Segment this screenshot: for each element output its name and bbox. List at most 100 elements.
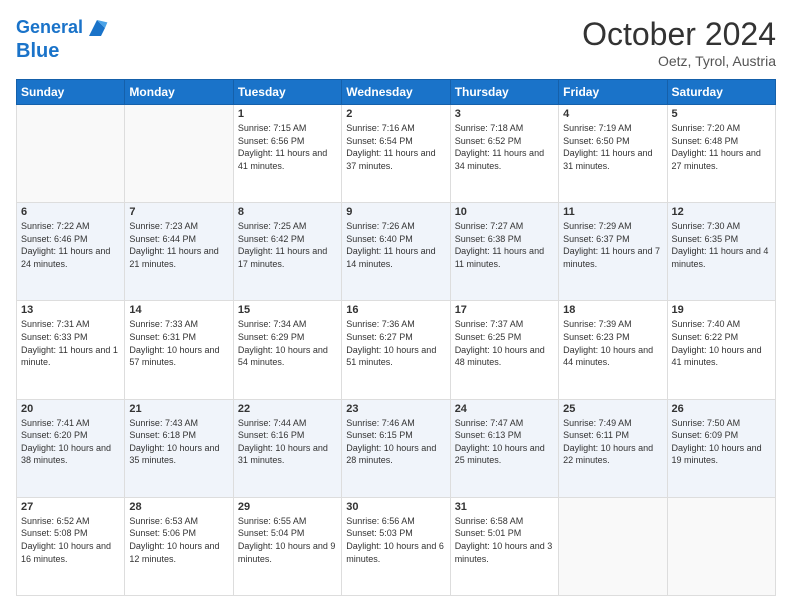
table-row: 5 Sunrise: 7:20 AMSunset: 6:48 PMDaylight… — [667, 105, 775, 203]
day-number: 5 — [672, 108, 771, 120]
cell-text: Sunrise: 7:16 AMSunset: 6:54 PMDaylight:… — [346, 122, 445, 172]
month-title: October 2024 — [582, 16, 776, 53]
table-row: 6 Sunrise: 7:22 AMSunset: 6:46 PMDaylight… — [17, 203, 125, 301]
col-tuesday: Tuesday — [233, 80, 341, 105]
table-row: 29 Sunrise: 6:55 AMSunset: 5:04 PMDayligh… — [233, 497, 341, 595]
logo-text: General — [16, 18, 83, 38]
day-number: 21 — [129, 403, 228, 415]
day-number: 23 — [346, 403, 445, 415]
cell-text: Sunrise: 7:40 AMSunset: 6:22 PMDaylight:… — [672, 318, 771, 368]
table-row: 17Sunrise: 7:37 AMSunset: 6:25 PMDayligh… — [450, 301, 558, 399]
table-row: 15 Sunrise: 7:34 AMSunset: 6:29 PMDayligh… — [233, 301, 341, 399]
col-friday: Friday — [559, 80, 667, 105]
table-row: 22Sunrise: 7:44 AMSunset: 6:16 PMDayligh… — [233, 399, 341, 497]
cell-text: Sunrise: 6:52 AMSunset: 5:08 PMDaylight:… — [21, 515, 120, 565]
col-sunday: Sunday — [17, 80, 125, 105]
cell-text: Sunrise: 7:30 AMSunset: 6:35 PMDaylight:… — [672, 220, 771, 270]
table-row: 16 Sunrise: 7:36 AMSunset: 6:27 PMDayligh… — [342, 301, 450, 399]
table-row: 20 Sunrise: 7:41 AMSunset: 6:20 PMDayligh… — [17, 399, 125, 497]
table-row: 19 Sunrise: 7:40 AMSunset: 6:22 PMDayligh… — [667, 301, 775, 399]
day-number: 27 — [21, 501, 120, 513]
cell-text: Sunrise: 7:20 AMSunset: 6:48 PMDaylight:… — [672, 122, 771, 172]
cell-text: Sunrise: 7:34 AMSunset: 6:29 PMDaylight:… — [238, 318, 337, 368]
day-number: 28 — [129, 501, 228, 513]
table-row: 13Sunrise: 7:31 AMSunset: 6:33 PMDayligh… — [17, 301, 125, 399]
table-row: 8Sunrise: 7:25 AMSunset: 6:42 PMDaylight… — [233, 203, 341, 301]
cell-text: Sunrise: 7:47 AMSunset: 6:13 PMDaylight:… — [455, 417, 554, 467]
day-number: 29 — [238, 501, 337, 513]
table-row: 25 Sunrise: 7:49 AMSunset: 6:11 PMDayligh… — [559, 399, 667, 497]
cell-text: Sunrise: 7:50 AMSunset: 6:09 PMDaylight:… — [672, 417, 771, 467]
cell-text: Sunrise: 7:39 AMSunset: 6:23 PMDaylight:… — [563, 318, 662, 368]
cell-text: Sunrise: 7:19 AMSunset: 6:50 PMDaylight:… — [563, 122, 662, 172]
logo-icon — [85, 16, 109, 40]
table-row: 14 Sunrise: 7:33 AMSunset: 6:31 PMDayligh… — [125, 301, 233, 399]
table-row: 12Sunrise: 7:30 AMSunset: 6:35 PMDayligh… — [667, 203, 775, 301]
cell-text: Sunrise: 7:25 AMSunset: 6:42 PMDaylight:… — [238, 220, 337, 270]
cell-text: Sunrise: 7:33 AMSunset: 6:31 PMDaylight:… — [129, 318, 228, 368]
table-row: 23 Sunrise: 7:46 AMSunset: 6:15 PMDayligh… — [342, 399, 450, 497]
day-number: 2 — [346, 108, 445, 120]
table-row: 30 Sunrise: 6:56 AMSunset: 5:03 PMDayligh… — [342, 497, 450, 595]
day-number: 15 — [238, 304, 337, 316]
table-row: 21 Sunrise: 7:43 AMSunset: 6:18 PMDayligh… — [125, 399, 233, 497]
table-row: 2 Sunrise: 7:16 AMSunset: 6:54 PMDaylight… — [342, 105, 450, 203]
table-row: 18Sunrise: 7:39 AMSunset: 6:23 PMDayligh… — [559, 301, 667, 399]
day-number: 9 — [346, 206, 445, 218]
day-number: 20 — [21, 403, 120, 415]
table-row: 26 Sunrise: 7:50 AMSunset: 6:09 PMDayligh… — [667, 399, 775, 497]
cell-text: Sunrise: 6:55 AMSunset: 5:04 PMDaylight:… — [238, 515, 337, 565]
col-wednesday: Wednesday — [342, 80, 450, 105]
table-row: 11Sunrise: 7:29 AMSunset: 6:37 PMDayligh… — [559, 203, 667, 301]
table-row: 28 Sunrise: 6:53 AMSunset: 5:06 PMDayligh… — [125, 497, 233, 595]
cell-text: Sunrise: 7:37 AMSunset: 6:25 PMDaylight:… — [455, 318, 554, 368]
table-row: 4 Sunrise: 7:19 AMSunset: 6:50 PMDaylight… — [559, 105, 667, 203]
col-thursday: Thursday — [450, 80, 558, 105]
day-number: 14 — [129, 304, 228, 316]
cell-text: Sunrise: 7:36 AMSunset: 6:27 PMDaylight:… — [346, 318, 445, 368]
day-number: 30 — [346, 501, 445, 513]
cell-text: Sunrise: 7:22 AMSunset: 6:46 PMDaylight:… — [21, 220, 120, 270]
day-number: 4 — [563, 108, 662, 120]
table-row — [667, 497, 775, 595]
table-row: 27 Sunrise: 6:52 AMSunset: 5:08 PMDayligh… — [17, 497, 125, 595]
cell-text: Sunrise: 7:29 AMSunset: 6:37 PMDaylight:… — [563, 220, 662, 270]
col-monday: Monday — [125, 80, 233, 105]
col-saturday: Saturday — [667, 80, 775, 105]
day-number: 7 — [129, 206, 228, 218]
subtitle: Oetz, Tyrol, Austria — [582, 53, 776, 69]
cell-text: Sunrise: 7:49 AMSunset: 6:11 PMDaylight:… — [563, 417, 662, 467]
table-row: 7Sunrise: 7:23 AMSunset: 6:44 PMDaylight… — [125, 203, 233, 301]
table-row: 9Sunrise: 7:26 AMSunset: 6:40 PMDaylight… — [342, 203, 450, 301]
cell-text: Sunrise: 7:46 AMSunset: 6:15 PMDaylight:… — [346, 417, 445, 467]
calendar: Sunday Monday Tuesday Wednesday Thursday… — [16, 79, 776, 596]
table-row — [17, 105, 125, 203]
cell-text: Sunrise: 7:15 AMSunset: 6:56 PMDaylight:… — [238, 122, 337, 172]
table-row — [559, 497, 667, 595]
day-number: 26 — [672, 403, 771, 415]
cell-text: Sunrise: 6:56 AMSunset: 5:03 PMDaylight:… — [346, 515, 445, 565]
cell-text: Sunrise: 6:58 AMSunset: 5:01 PMDaylight:… — [455, 515, 554, 565]
table-row: 24 Sunrise: 7:47 AMSunset: 6:13 PMDayligh… — [450, 399, 558, 497]
logo: General Blue — [16, 16, 109, 62]
cell-text: Sunrise: 7:41 AMSunset: 6:20 PMDaylight:… — [21, 417, 120, 467]
day-number: 10 — [455, 206, 554, 218]
day-number: 3 — [455, 108, 554, 120]
table-row — [125, 105, 233, 203]
table-row: 3 Sunrise: 7:18 AMSunset: 6:52 PMDaylight… — [450, 105, 558, 203]
day-number: 19 — [672, 304, 771, 316]
day-number: 16 — [346, 304, 445, 316]
cell-text: Sunrise: 6:53 AMSunset: 5:06 PMDaylight:… — [129, 515, 228, 565]
day-number: 6 — [21, 206, 120, 218]
day-number: 31 — [455, 501, 554, 513]
day-number: 24 — [455, 403, 554, 415]
cell-text: Sunrise: 7:27 AMSunset: 6:38 PMDaylight:… — [455, 220, 554, 270]
title-block: October 2024 Oetz, Tyrol, Austria — [582, 16, 776, 69]
day-number: 1 — [238, 108, 337, 120]
table-row: 31 Sunrise: 6:58 AMSunset: 5:01 PMDayligh… — [450, 497, 558, 595]
cell-text: Sunrise: 7:31 AMSunset: 6:33 PMDaylight:… — [21, 318, 120, 368]
cell-text: Sunrise: 7:18 AMSunset: 6:52 PMDaylight:… — [455, 122, 554, 172]
table-row: 10 Sunrise: 7:27 AMSunset: 6:38 PMDayligh… — [450, 203, 558, 301]
day-number: 25 — [563, 403, 662, 415]
cell-text: Sunrise: 7:43 AMSunset: 6:18 PMDaylight:… — [129, 417, 228, 467]
